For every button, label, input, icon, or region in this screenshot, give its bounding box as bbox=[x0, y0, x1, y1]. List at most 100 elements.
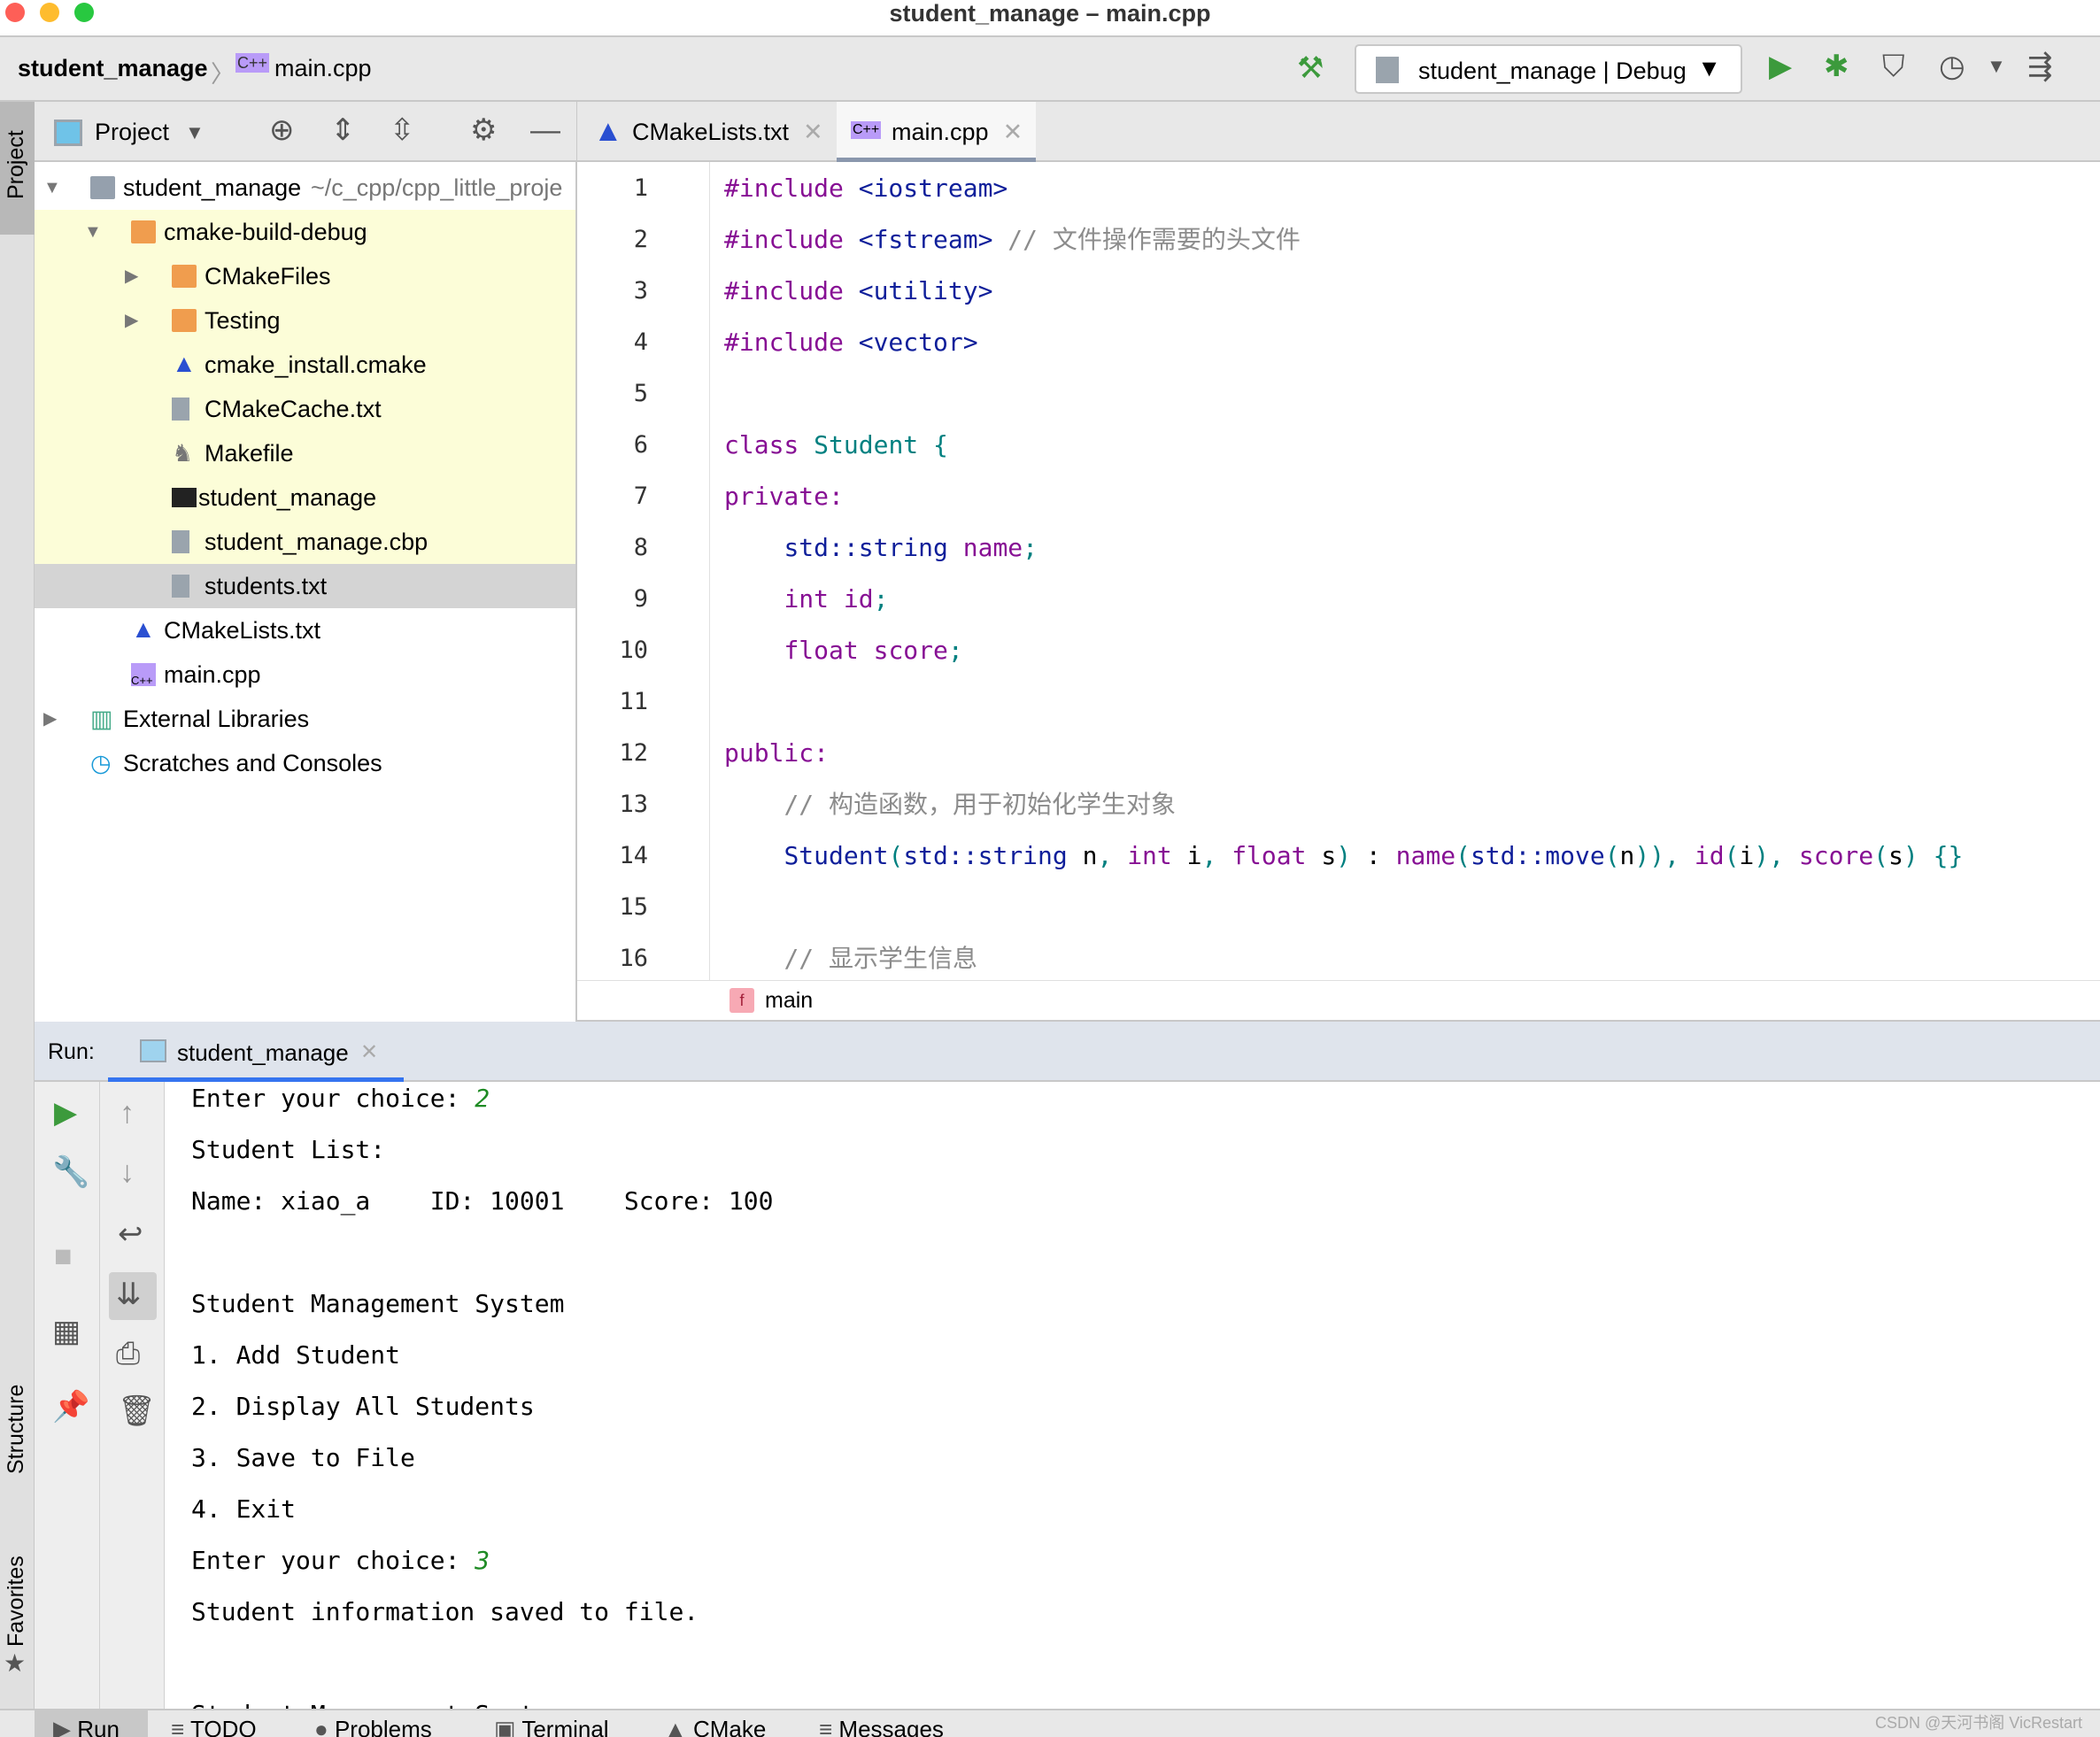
run-panel-header: Run: student_manage ✕ bbox=[35, 1022, 2100, 1082]
tree-item[interactable]: students.txt bbox=[35, 564, 575, 608]
console-text: Enter your choice: bbox=[191, 1084, 475, 1113]
scratches-icon: ◷ bbox=[90, 750, 112, 776]
structure-tool-button[interactable]: Structure bbox=[4, 1385, 29, 1474]
bottom-tab-problems[interactable]: ● Problems bbox=[314, 1716, 432, 1737]
console-line: Student information saved to file. bbox=[191, 1597, 699, 1626]
line-number: 5 bbox=[633, 380, 648, 407]
config-icon bbox=[140, 1039, 166, 1062]
bottom-tab-run[interactable]: ▶ Run bbox=[53, 1716, 120, 1737]
tree-item-label: student_manage bbox=[123, 174, 302, 201]
tree-item-label: Scratches and Consoles bbox=[123, 750, 382, 776]
tree-item[interactable]: ▼ student_manage ~/c_cpp/cpp_little_proje bbox=[35, 166, 575, 210]
bottom-tab-todo[interactable]: ≡ TODO bbox=[171, 1716, 257, 1737]
bottom-tab-terminal[interactable]: ▣ Terminal bbox=[494, 1716, 609, 1737]
tool-window-icon: ≡ bbox=[171, 1716, 190, 1737]
bottom-tab-messages[interactable]: ≡ Messages bbox=[819, 1716, 944, 1737]
tree-item[interactable]: student_manage.cbp bbox=[35, 520, 575, 564]
line-number: 12 bbox=[619, 739, 648, 767]
code-editor[interactable]: #include <iostream> #include <fstream> /… bbox=[710, 162, 2100, 980]
hide-panel-icon[interactable]: — bbox=[530, 115, 560, 145]
chevron-down-icon[interactable]: ▼ bbox=[43, 166, 61, 210]
run-icon[interactable]: ▶ bbox=[1769, 51, 1792, 81]
tree-item[interactable]: student_manage bbox=[35, 475, 575, 520]
watermark: CSDN @天河书阁 VicRestart bbox=[1875, 1714, 2082, 1732]
tree-item[interactable]: ▶ Testing bbox=[35, 298, 575, 343]
expand-all-icon[interactable]: ⇕ bbox=[330, 115, 356, 145]
arrow-up-icon[interactable]: ↑ bbox=[120, 1098, 135, 1128]
more-run-chevron-icon[interactable]: ▼ bbox=[1987, 57, 2006, 76]
trash-icon[interactable]: 🗑 bbox=[118, 1396, 156, 1426]
line-number: 6 bbox=[633, 431, 648, 459]
breadcrumb-function[interactable]: main bbox=[765, 988, 813, 1014]
tree-item-label: main.cpp bbox=[164, 661, 261, 688]
bottom-tab-label: Terminal bbox=[521, 1716, 609, 1737]
bottom-tab-label: TODO bbox=[189, 1716, 257, 1737]
tree-item[interactable]: C++ main.cpp bbox=[35, 652, 575, 697]
folder-icon bbox=[172, 309, 197, 332]
run-toolbar-secondary: ↑ ↓ ↩ ⇊ ⎙ 🗑 bbox=[100, 1082, 165, 1709]
chevron-down-icon[interactable]: ▼ bbox=[185, 121, 205, 144]
bottom-tab-cmake[interactable]: ▲ CMake bbox=[664, 1716, 766, 1737]
tree-item-path: ~/c_cpp/cpp_little_proje bbox=[311, 174, 563, 201]
tab-cmakelists[interactable]: ▲ CMakeLists.txt ✕ bbox=[577, 102, 834, 162]
wrench-icon[interactable]: 🔧 bbox=[52, 1157, 89, 1187]
run-tab[interactable]: student_manage ✕ bbox=[108, 1022, 404, 1082]
soft-wrap-icon[interactable]: ↩ bbox=[118, 1219, 143, 1249]
arrow-down-icon[interactable]: ↓ bbox=[120, 1157, 135, 1187]
tree-item[interactable]: ◷ Scratches and Consoles bbox=[35, 741, 575, 785]
tree-item[interactable]: ▶ ▥ External Libraries bbox=[35, 697, 575, 741]
project-tool-button[interactable]: Project bbox=[4, 130, 29, 199]
locate-target-icon[interactable]: ⊕ bbox=[269, 115, 295, 145]
pin-icon[interactable]: 📌 bbox=[52, 1392, 89, 1422]
bottom-tab-label: CMake bbox=[692, 1716, 767, 1737]
close-icon[interactable]: ✕ bbox=[360, 1039, 378, 1065]
console-text: Student List: bbox=[191, 1135, 386, 1164]
close-icon[interactable]: ✕ bbox=[803, 119, 823, 145]
tree-item[interactable]: ▲ cmake_install.cmake bbox=[35, 343, 575, 387]
run-configuration-select[interactable]: student_manage | Debug ▼ bbox=[1355, 44, 1742, 94]
title-bar: student_manage – main.cpp bbox=[0, 0, 2100, 37]
chevron-down-icon: ▼ bbox=[1697, 55, 1721, 81]
build-hammer-icon[interactable]: ⚒ bbox=[1297, 53, 1324, 83]
coverage-icon[interactable]: ⛉ bbox=[1882, 51, 1905, 81]
breadcrumb-project[interactable]: student_manage bbox=[18, 55, 208, 82]
tree-item[interactable]: ▶ CMakeFiles bbox=[35, 254, 575, 298]
rerun-icon[interactable]: ▶ bbox=[54, 1098, 77, 1128]
tree-item[interactable]: ▼ cmake-build-debug bbox=[35, 210, 575, 254]
stop-icon[interactable]: ■ bbox=[54, 1241, 73, 1271]
chevron-down-icon[interactable]: ▼ bbox=[84, 210, 102, 254]
chevron-right-icon[interactable]: ▶ bbox=[43, 697, 57, 741]
tree-item[interactable]: ♞ Makefile bbox=[35, 431, 575, 475]
run-tab-label: student_manage bbox=[177, 1039, 349, 1066]
console-text: Student information saved to file. bbox=[191, 1597, 699, 1626]
project-view-select[interactable]: Project bbox=[95, 119, 169, 146]
console-text: 2. Display All Students bbox=[191, 1392, 535, 1421]
tree-item-label: Testing bbox=[205, 307, 281, 334]
tab-label: main.cpp bbox=[892, 119, 989, 145]
console-line: 4. Exit bbox=[191, 1494, 296, 1524]
debug-icon[interactable]: ✱ bbox=[1824, 51, 1849, 81]
chevron-right-icon[interactable]: ▶ bbox=[125, 254, 138, 298]
close-icon[interactable]: ✕ bbox=[1003, 119, 1023, 145]
chevron-right-icon[interactable]: ▶ bbox=[125, 298, 138, 343]
tab-main-cpp[interactable]: C++ main.cpp ✕ bbox=[837, 102, 1036, 162]
console-line: Student Management System bbox=[191, 1289, 564, 1318]
tree-item[interactable]: CMakeCache.txt bbox=[35, 387, 575, 431]
run-label: Run: bbox=[48, 1039, 95, 1064]
attach-process-icon[interactable]: ⇶ bbox=[2027, 51, 2053, 81]
favorites-tool-button[interactable]: Favorites bbox=[4, 1556, 29, 1647]
breadcrumb-file[interactable]: main.cpp bbox=[274, 55, 372, 82]
scroll-to-end-icon[interactable]: ⇊ bbox=[109, 1272, 157, 1320]
gear-icon[interactable]: ⚙ bbox=[470, 115, 497, 145]
print-icon[interactable]: ⎙ bbox=[116, 1339, 140, 1369]
cmake-icon: ▲ bbox=[131, 615, 156, 643]
collapse-all-icon[interactable]: ⇳ bbox=[390, 115, 415, 145]
layout-icon[interactable]: ▦ bbox=[52, 1316, 81, 1347]
tree-item[interactable]: ▲ CMakeLists.txt bbox=[35, 608, 575, 652]
console-line: 2. Display All Students bbox=[191, 1392, 535, 1421]
module-folder-icon bbox=[90, 176, 115, 199]
text-file-icon bbox=[172, 530, 189, 553]
profile-icon[interactable]: ◷ bbox=[1939, 51, 1965, 81]
line-number: 15 bbox=[619, 893, 648, 921]
run-console[interactable]: Enter your choice: 2 Student List: Name: x… bbox=[166, 1082, 2100, 1709]
